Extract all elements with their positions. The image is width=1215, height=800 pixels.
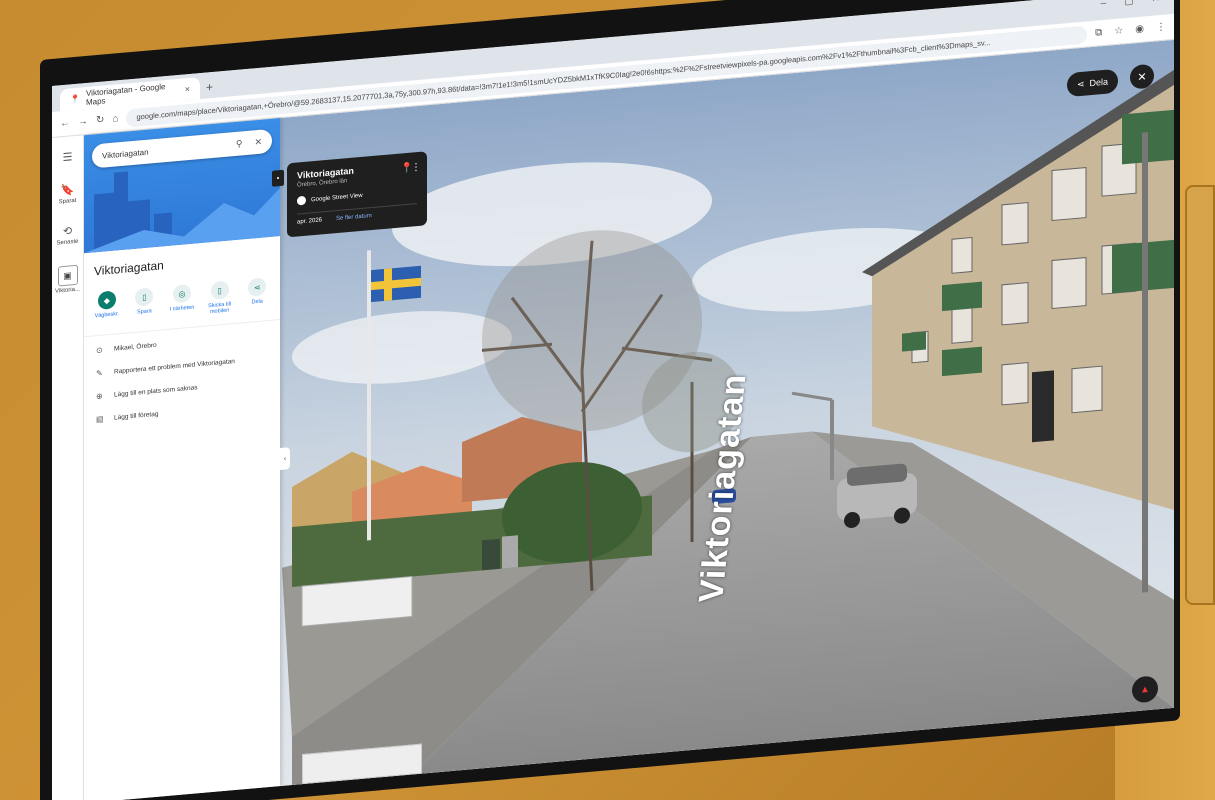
search-icon[interactable]: ⚲ [236,138,243,150]
directions-label: Vägbeskr. [94,311,120,320]
install-icon[interactable]: ⧉ [1095,27,1102,39]
maps-favicon-icon: 📍 [70,94,80,104]
minimize-icon[interactable]: – [1101,0,1107,9]
capture-date-row: apr. 2026 Se fler datum [297,203,417,226]
close-icon[interactable]: ✕ [254,136,262,148]
maximize-icon[interactable]: ▢ [1124,0,1133,7]
forward-icon[interactable]: → [78,116,88,128]
bookmark-icon: ▯ [135,287,154,307]
share-button[interactable]: ⋖ Dela [240,277,274,313]
send-to-phone-button[interactable]: ▯ Skicka till mobilen [203,280,237,316]
business-icon: ▤ [96,414,104,425]
home-icon[interactable]: ⌂ [112,113,118,125]
close-tab-icon[interactable]: × [185,84,190,94]
send-phone-label: Skicka till mobilen [208,301,232,316]
address-text: Mikael, Örebro [114,341,157,353]
directions-icon: ◆ [97,290,116,310]
add-business-row[interactable]: ▤ Lägg till företag [96,400,268,424]
share-icon: ⋖ [1076,78,1085,89]
rail-saved[interactable]: 🔖 Sparat [58,183,77,206]
add-missing-place-text: Lägg till en plats som saknas [114,384,198,399]
save-button[interactable]: ▯ Spara [127,286,161,322]
bookmark-icon: 🔖 [60,184,75,198]
image-icon: ▪ [276,174,280,182]
thumbnail-toggle[interactable]: ▪ [272,169,284,187]
capture-date: apr. 2026 [297,217,323,226]
nearby-label: I närheten [169,304,195,313]
menu-icon: ☰ [62,151,73,165]
share-icon: ⋖ [248,277,267,297]
rail-recent-label: Senaste [56,238,79,247]
save-label: Spara [137,308,152,316]
place-info-list: ⊙ Mikael, Örebro ✎ Rapportera ett proble… [84,320,280,435]
rail-place[interactable]: ▣ Viktoria... [55,264,80,295]
directions-button[interactable]: ◆ Vägbeskr. [90,290,124,326]
street-view-info-card: Viktoriagatan Örebro, Örebro län 📍 ⋮ Goo… [287,151,427,238]
send-phone-icon: ▯ [210,280,229,301]
star-icon[interactable]: ☆ [1114,25,1123,37]
rail-recent[interactable]: ⟲ Senaste [56,224,79,247]
pin-icon: ⊙ [96,345,103,356]
back-icon[interactable]: ← [60,117,70,129]
share-button-label: Dela [1089,76,1108,89]
window-controls: – ▢ ✕ [1101,0,1160,9]
share-label: Dela [251,298,263,306]
chevron-left-icon: ‹ [283,455,287,463]
wall-phone [1185,185,1215,605]
street-view-badge: Google Street View [297,186,417,206]
profile-icon[interactable]: ◉ [1135,23,1144,35]
kebab-menu-icon[interactable]: ⋮ [1156,22,1166,34]
rail-menu[interactable]: ☰ [63,150,73,164]
pencil-icon: ✎ [96,368,103,379]
street-view-label: Google Street View [311,192,363,203]
place-hero-image: Viktoriagatan ⚲ ✕ [84,118,280,254]
collapse-panel-button[interactable]: ‹ [280,447,290,471]
browser-window: 📍 Viktoriagatan - Google Maps × + – ▢ ✕ … [52,0,1174,800]
new-tab-icon[interactable]: + [206,80,213,95]
add-business-text: Lägg till företag [114,410,159,422]
add-place-icon: ⊕ [96,391,103,402]
place-thumb-icon: ▣ [57,264,78,287]
reload-icon[interactable]: ↻ [96,114,104,126]
nearby-icon: ◎ [172,283,191,304]
close-icon: ✕ [1137,70,1147,84]
more-dates-link[interactable]: Se fler datum [336,213,372,222]
rail-saved-label: Sparat [58,197,77,206]
history-icon: ⟲ [62,225,73,239]
compass-icon: ▲ [1140,683,1150,696]
address-row[interactable]: ⊙ Mikael, Örebro [96,331,268,355]
report-problem-row[interactable]: ✎ Rapportera ett problem med Viktoriagat… [96,354,268,378]
street-view-logo-icon [297,195,306,206]
place-panel: Viktoriagatan ⚲ ✕ Viktoriagatan ◆ Vägbes… [84,118,280,800]
more-options-icon[interactable]: ⋮ [411,162,421,174]
left-rail: ☰ 🔖 Sparat ⟲ Senaste ▣ Viktoria... [52,135,84,800]
maps-content: ☰ 🔖 Sparat ⟲ Senaste ▣ Viktoria... Vikto… [52,39,1174,800]
nearby-button[interactable]: ◎ I närheten [165,283,199,319]
rail-place-label: Viktoria... [55,286,80,295]
search-value: Viktoriagatan [102,147,149,161]
report-problem-text: Rapportera ett problem med Viktoriagatan [114,357,235,376]
add-missing-place-row[interactable]: ⊕ Lägg till en plats som saknas [96,377,268,401]
close-window-icon[interactable]: ✕ [1152,0,1160,5]
address-actions: ⧉ ☆ ◉ ⋮ [1095,22,1166,39]
